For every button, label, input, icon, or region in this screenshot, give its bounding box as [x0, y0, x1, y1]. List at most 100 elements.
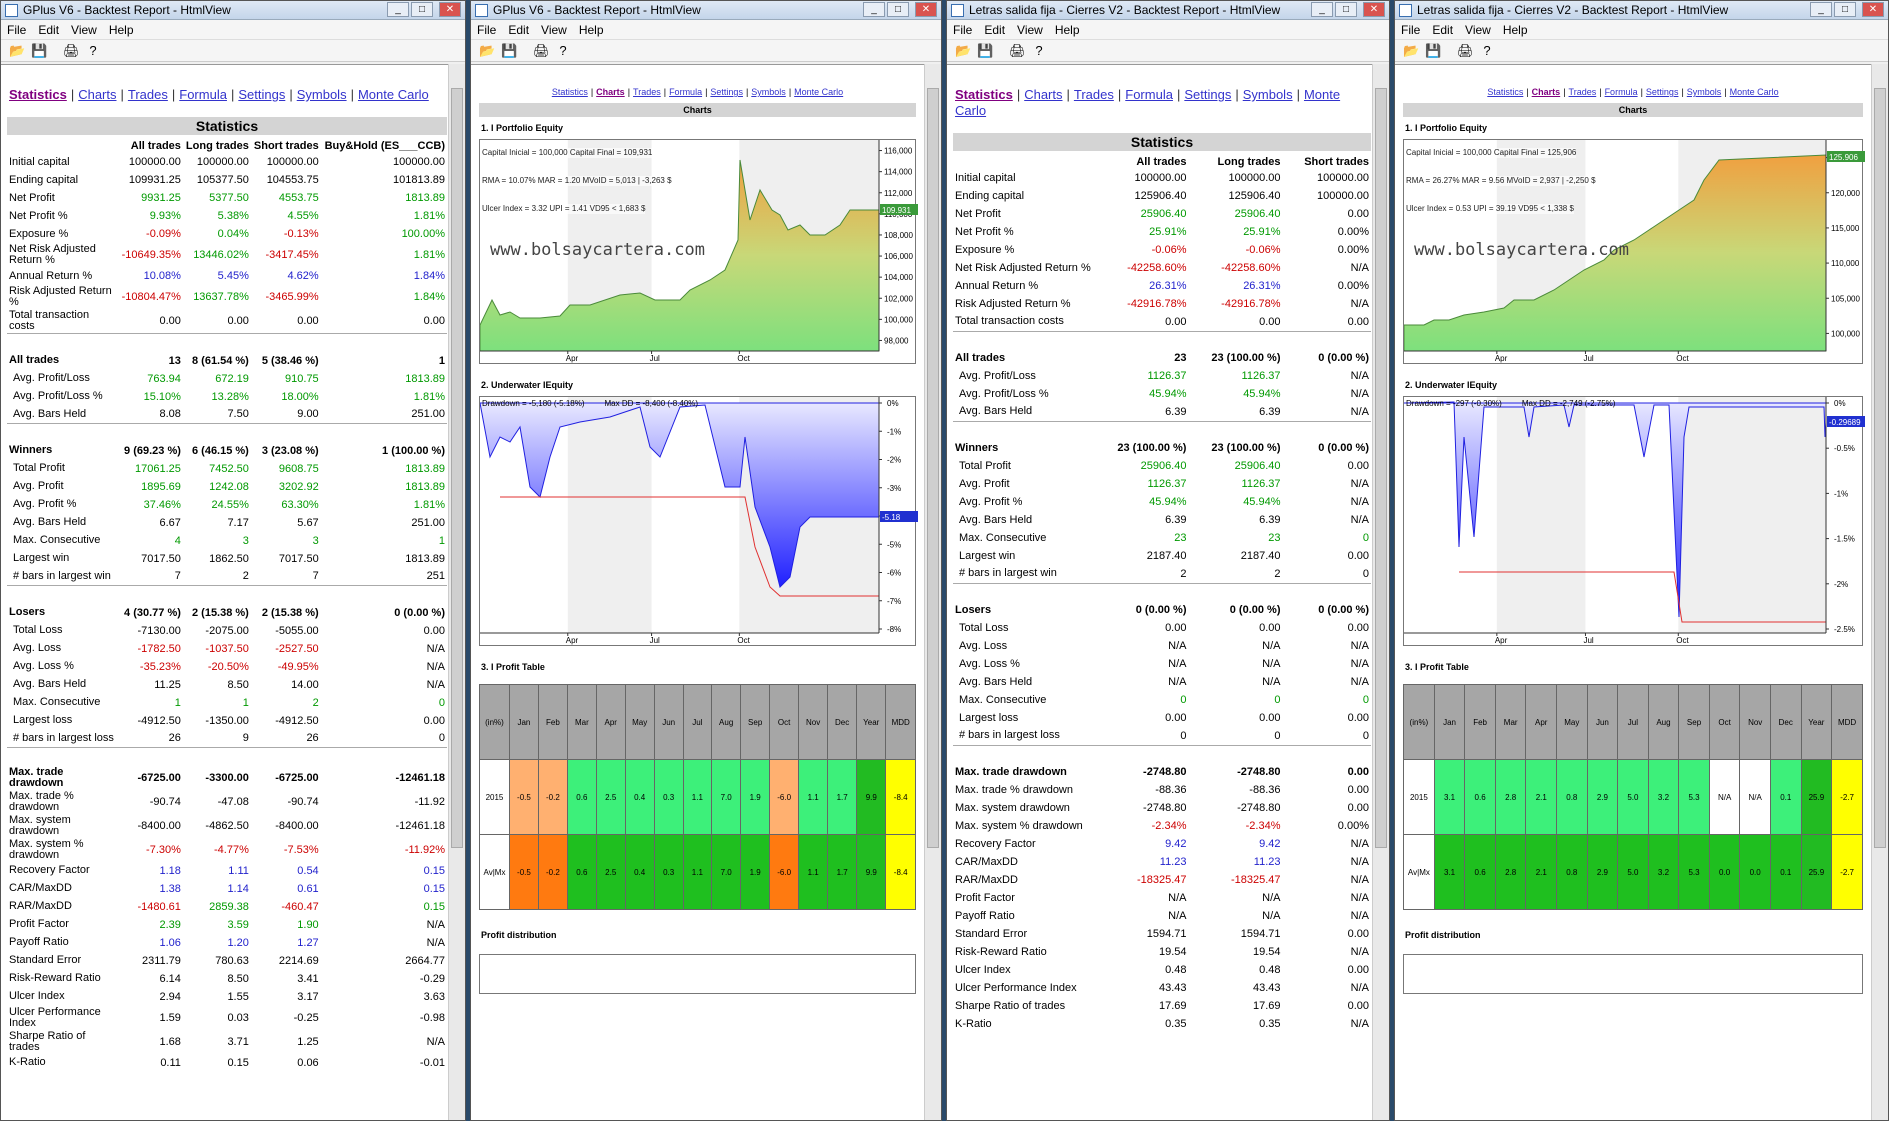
- vertical-scrollbar[interactable]: [1372, 64, 1389, 1120]
- minimize-button[interactable]: _: [1311, 2, 1333, 17]
- vertical-scrollbar[interactable]: [1871, 64, 1888, 1120]
- nav-link-statistics[interactable]: Statistics: [955, 87, 1013, 102]
- maximize-button[interactable]: □: [887, 2, 909, 17]
- vertical-scrollbar[interactable]: [448, 64, 465, 1120]
- nav-link-charts[interactable]: Charts: [1024, 87, 1062, 102]
- maximize-button[interactable]: □: [411, 2, 433, 17]
- menu-view[interactable]: View: [541, 23, 567, 37]
- nav-link-statistics[interactable]: Statistics: [9, 87, 67, 102]
- menu-file[interactable]: File: [953, 23, 972, 37]
- close-button[interactable]: ✕: [1862, 2, 1884, 17]
- stat-value: 1126.37: [1147, 370, 1187, 382]
- open-folder-icon[interactable]: 📂: [955, 43, 971, 58]
- maximize-button[interactable]: □: [1335, 2, 1357, 17]
- nav-link-settings[interactable]: Settings: [710, 87, 743, 97]
- print-icon[interactable]: 🖨: [63, 43, 80, 58]
- save-icon[interactable]: 💾: [31, 43, 47, 58]
- nav-link-trades[interactable]: Trades: [1074, 87, 1114, 102]
- nav-link-monte-carlo[interactable]: Monte Carlo: [358, 87, 429, 102]
- save-icon[interactable]: 💾: [501, 43, 517, 58]
- menu-view[interactable]: View: [1017, 23, 1043, 37]
- menu-help[interactable]: Help: [579, 23, 604, 37]
- open-folder-icon[interactable]: 📂: [1403, 43, 1419, 58]
- nav-link-monte-carlo[interactable]: Monte Carlo: [1730, 87, 1779, 97]
- nav-link-settings[interactable]: Settings: [1646, 87, 1679, 97]
- stat-value: N/A: [1350, 478, 1369, 490]
- stat-label: RAR/MaxDD: [955, 873, 1018, 886]
- nav-link-settings[interactable]: Settings: [1184, 87, 1231, 102]
- menu-help[interactable]: Help: [1055, 23, 1080, 37]
- profit-table-cell: -2.7: [1831, 759, 1863, 835]
- stat-value: 6.67: [159, 516, 181, 529]
- title-bar[interactable]: Letras salida fija - Cierres V2 - Backte…: [1395, 1, 1888, 20]
- nav-link-charts[interactable]: Charts: [1532, 87, 1561, 97]
- print-icon[interactable]: 🖨: [1457, 43, 1474, 58]
- menu-edit[interactable]: Edit: [508, 23, 529, 37]
- nav-link-statistics[interactable]: Statistics: [552, 87, 588, 97]
- title-bar[interactable]: GPlus V6 - Backtest Report - HtmlView _ □ ✕: [1, 1, 465, 20]
- nav-link-symbols[interactable]: Symbols: [1687, 87, 1722, 97]
- menu-file[interactable]: File: [1401, 23, 1420, 37]
- menu-help[interactable]: Help: [109, 23, 134, 37]
- open-folder-icon[interactable]: 📂: [479, 43, 495, 58]
- stat-value: 0.15: [423, 882, 445, 895]
- minimize-button[interactable]: _: [387, 2, 409, 17]
- title-bar[interactable]: GPlus V6 - Backtest Report - HtmlView _ □ ✕: [471, 1, 941, 20]
- stat-label: Profit Factor: [955, 891, 1015, 904]
- nav-link-formula[interactable]: Formula: [179, 87, 227, 102]
- menu-file[interactable]: File: [7, 23, 26, 37]
- menu-edit[interactable]: Edit: [1432, 23, 1453, 37]
- maximize-button[interactable]: □: [1834, 2, 1856, 17]
- nav-link-trades[interactable]: Trades: [1569, 87, 1597, 97]
- stat-value: 2 (15.38 %): [261, 606, 319, 619]
- help-icon[interactable]: ?: [555, 43, 571, 58]
- minimize-button[interactable]: _: [1810, 2, 1832, 17]
- nav-link-symbols[interactable]: Symbols: [297, 87, 347, 102]
- stat-value: 0.00: [1347, 766, 1369, 778]
- menu-file[interactable]: File: [477, 23, 496, 37]
- nav-link-symbols[interactable]: Symbols: [751, 87, 786, 97]
- statistics-heading: Statistics: [7, 117, 447, 135]
- minimize-button[interactable]: _: [863, 2, 885, 17]
- stat-label: Net Profit %: [9, 209, 68, 222]
- nav-link-formula[interactable]: Formula: [1125, 87, 1173, 102]
- nav-link-charts[interactable]: Charts: [596, 87, 625, 97]
- nav-link-statistics[interactable]: Statistics: [1487, 87, 1523, 97]
- menu-view[interactable]: View: [1465, 23, 1491, 37]
- menu-edit[interactable]: Edit: [984, 23, 1005, 37]
- open-folder-icon[interactable]: 📂: [9, 43, 25, 58]
- help-icon[interactable]: ?: [1479, 43, 1495, 58]
- stat-value: 2: [242, 570, 249, 583]
- menu-help[interactable]: Help: [1503, 23, 1528, 37]
- nav-link-trades[interactable]: Trades: [128, 87, 168, 102]
- print-icon[interactable]: 🖨: [1009, 43, 1026, 58]
- nav-link-charts[interactable]: Charts: [78, 87, 116, 102]
- scrollbar-thumb[interactable]: [1375, 88, 1387, 848]
- close-button[interactable]: ✕: [1363, 2, 1385, 17]
- profit-table-header: Sep: [740, 684, 771, 760]
- help-icon[interactable]: ?: [1031, 43, 1047, 58]
- save-icon[interactable]: 💾: [1425, 43, 1441, 58]
- help-icon[interactable]: ?: [85, 43, 101, 58]
- nav-link-formula[interactable]: Formula: [669, 87, 702, 97]
- menu-edit[interactable]: Edit: [38, 23, 59, 37]
- title-bar[interactable]: Letras salida fija - Cierres V2 - Backte…: [947, 1, 1389, 20]
- menu-view[interactable]: View: [71, 23, 97, 37]
- nav-link-settings[interactable]: Settings: [238, 87, 285, 102]
- nav-link-monte-carlo[interactable]: Monte Carlo: [794, 87, 843, 97]
- scrollbar-thumb[interactable]: [927, 88, 939, 848]
- nav-link-formula[interactable]: Formula: [1605, 87, 1638, 97]
- nav-link-symbols[interactable]: Symbols: [1243, 87, 1293, 102]
- stat-label: Risk-Reward Ratio: [955, 945, 1047, 958]
- save-icon[interactable]: 💾: [977, 43, 993, 58]
- scrollbar-thumb[interactable]: [451, 88, 463, 848]
- stat-label: Ending capital: [9, 173, 79, 186]
- x-tick: Oct: [737, 354, 750, 363]
- close-button[interactable]: ✕: [439, 2, 461, 17]
- print-icon[interactable]: 🖨: [533, 43, 550, 58]
- close-button[interactable]: ✕: [915, 2, 937, 17]
- nav-link-trades[interactable]: Trades: [633, 87, 661, 97]
- vertical-scrollbar[interactable]: [924, 64, 941, 1120]
- scrollbar-thumb[interactable]: [1874, 88, 1886, 848]
- stat-value: 0: [1180, 729, 1187, 742]
